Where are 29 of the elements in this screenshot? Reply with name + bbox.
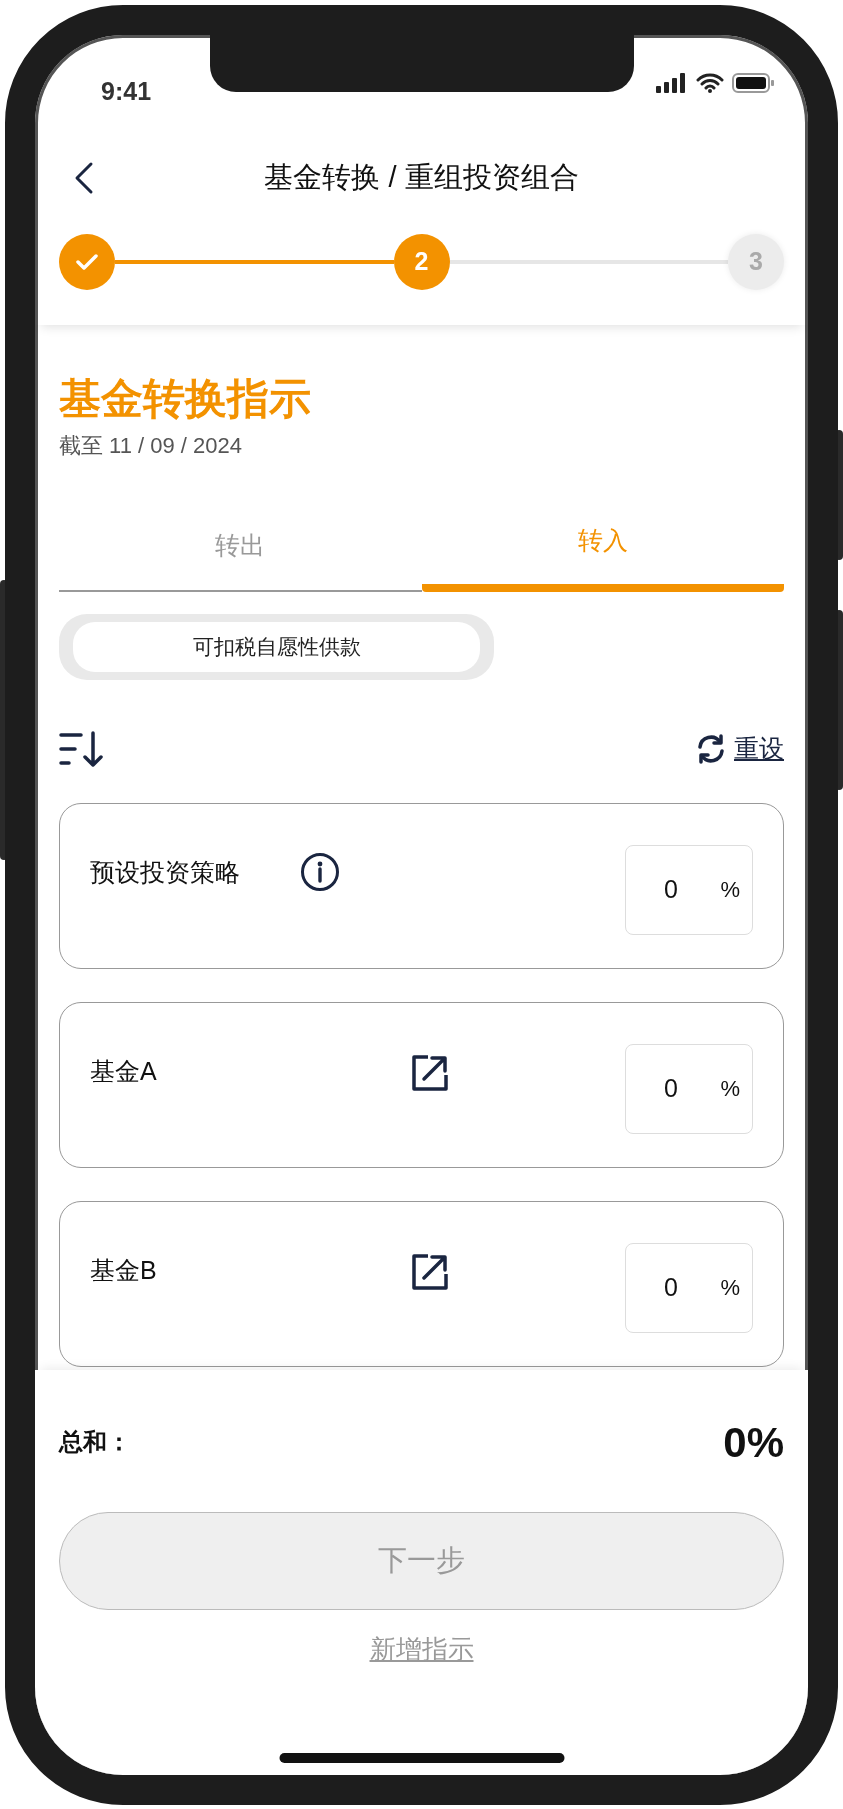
fund-name: 基金B xyxy=(90,1254,157,1286)
check-icon xyxy=(75,252,99,272)
percent-unit: % xyxy=(720,1075,740,1103)
fund-name: 基金A xyxy=(90,1055,157,1087)
total-label: 总和： xyxy=(59,1427,131,1457)
step-circle: 2 xyxy=(393,234,450,290)
signal-icon xyxy=(656,73,688,93)
external-link-icon[interactable] xyxy=(410,1251,450,1292)
percent-input[interactable]: 0 % xyxy=(625,1043,753,1134)
percent-input[interactable]: 0 % xyxy=(625,1242,753,1333)
wifi-icon xyxy=(696,73,724,93)
as-of-date: 截至 11 / 09 / 2024 xyxy=(59,432,244,460)
sort-icon[interactable] xyxy=(59,728,103,769)
back-icon[interactable] xyxy=(73,160,95,195)
external-link-icon[interactable] xyxy=(410,1052,450,1093)
step-circle: 3 xyxy=(728,234,784,290)
battery-icon xyxy=(732,73,774,93)
segment-option[interactable]: 可扣税自愿性供款 xyxy=(73,621,480,672)
fund-name: 预设投资策略 xyxy=(90,856,240,888)
total-value: 0% xyxy=(723,1417,784,1468)
section-heading: 基金转换指示 xyxy=(59,374,312,424)
status-time: 9:41 xyxy=(101,76,152,107)
refresh-icon[interactable] xyxy=(696,733,726,764)
percent-unit: % xyxy=(720,1274,740,1302)
percent-unit: % xyxy=(720,876,740,904)
percent-input[interactable]: 0 % xyxy=(625,844,753,935)
page-title: 基金转换 / 重组投资组合 xyxy=(264,159,579,195)
info-icon[interactable] xyxy=(300,851,340,892)
reset-link[interactable]: 重设 xyxy=(734,729,784,768)
